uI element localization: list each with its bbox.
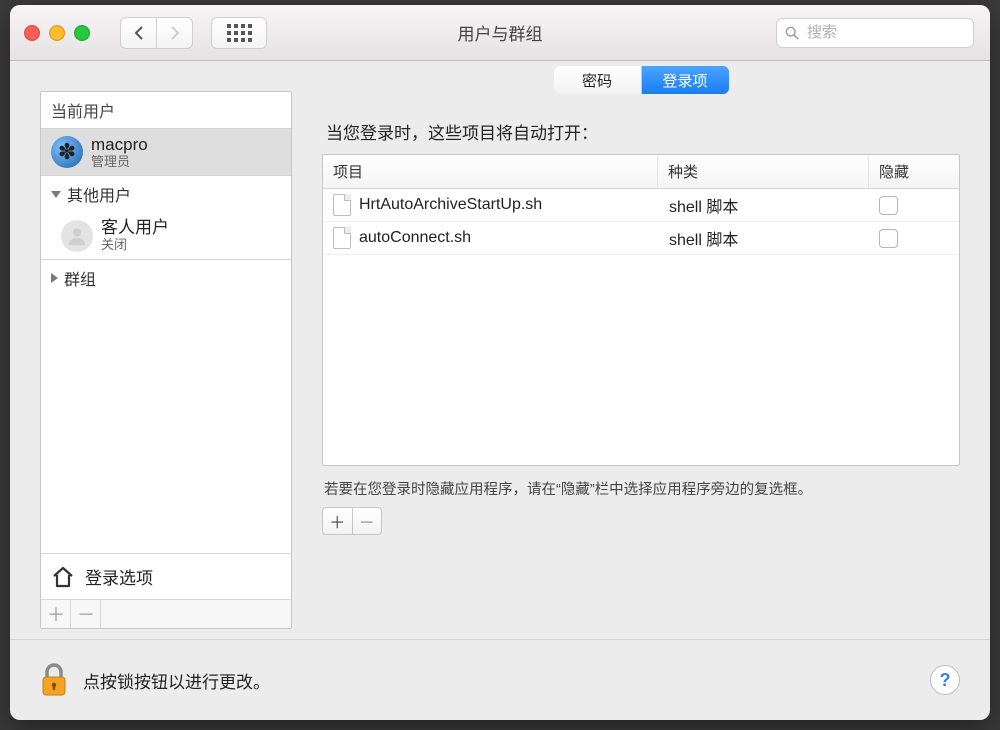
body: 当前用户 ✽ macpro 管理员 其他用户: [10, 61, 990, 720]
document-icon: [333, 194, 351, 216]
chevron-down-icon: [51, 191, 61, 198]
th-hide[interactable]: 隐藏: [869, 155, 959, 188]
current-user-name: macpro: [91, 135, 148, 155]
show-all-button[interactable]: [211, 17, 267, 49]
hide-checkbox[interactable]: [879, 229, 898, 248]
section-other-label: 其他用户: [67, 182, 131, 206]
current-user-role: 管理员: [91, 155, 148, 170]
item-add-remove: ＋ －: [322, 507, 382, 535]
section-groups-label: 群组: [64, 266, 96, 290]
lock-area[interactable]: 点按锁按钮以进行更改。: [40, 663, 270, 697]
sidebar-add-remove: ＋ －: [41, 599, 291, 628]
minimize-icon[interactable]: [49, 25, 65, 41]
hide-checkbox[interactable]: [879, 196, 898, 215]
close-icon[interactable]: [24, 25, 40, 41]
users-sidebar: 当前用户 ✽ macpro 管理员 其他用户: [40, 91, 292, 629]
back-button[interactable]: [120, 17, 157, 49]
login-options[interactable]: 登录选项: [41, 553, 291, 599]
chevron-right-icon: [51, 273, 58, 283]
hide-hint: 若要在您登录时隐藏应用程序，请在“隐藏”栏中选择应用程序旁边的复选框。: [324, 478, 960, 499]
window-controls: [24, 25, 90, 41]
forward-button[interactable]: [156, 17, 193, 49]
preferences-window: 用户与群组 当前用户 ✽ macpro 管理员: [10, 5, 990, 720]
guest-role: 关闭: [101, 238, 169, 253]
row-kind: shell 脚本: [669, 193, 738, 217]
table-row[interactable]: autoConnect.sh shell 脚本: [323, 222, 959, 255]
tab-segmented: 密码 登录项: [554, 66, 729, 94]
toolbar: 用户与群组: [10, 5, 990, 61]
nav-buttons: [120, 17, 193, 49]
guest-avatar-icon: [61, 220, 93, 252]
row-name: autoConnect.sh: [359, 229, 471, 247]
grid-icon: [227, 24, 252, 42]
lock-icon: [40, 663, 68, 697]
login-items-prompt: 当您登录时，这些项目将自动打开：: [326, 119, 960, 144]
tab-login-items[interactable]: 登录项: [642, 66, 729, 94]
tab-password[interactable]: 密码: [554, 66, 642, 94]
login-items-table: 项目 种类 隐藏 HrtAutoArchiveStartUp.sh shell 脚…: [322, 154, 960, 466]
section-current-user: 当前用户: [41, 92, 291, 129]
search-field[interactable]: [776, 18, 974, 48]
table-row[interactable]: HrtAutoArchiveStartUp.sh shell 脚本: [323, 189, 959, 222]
person-icon: [66, 225, 88, 247]
panels: 当前用户 ✽ macpro 管理员 其他用户: [40, 91, 960, 629]
section-groups[interactable]: 群组: [41, 260, 291, 296]
remove-item-button[interactable]: －: [353, 508, 382, 534]
help-button[interactable]: ?: [930, 665, 960, 695]
remove-user-button[interactable]: －: [71, 600, 101, 628]
table-header: 项目 种类 隐藏: [323, 155, 959, 189]
th-item[interactable]: 项目: [323, 155, 658, 188]
main-panel: 密码 登录项 当您登录时，这些项目将自动打开： 项目 种类 隐藏 HrtAuto…: [322, 91, 960, 629]
row-name: HrtAutoArchiveStartUp.sh: [359, 196, 542, 214]
table-body: HrtAutoArchiveStartUp.shshell 脚本autoConn…: [323, 189, 959, 465]
document-icon: [333, 227, 351, 249]
login-options-label: 登录选项: [85, 564, 153, 589]
sidebar-item-guest[interactable]: 客人用户 关闭: [41, 212, 291, 259]
avatar-icon: ✽: [51, 136, 83, 168]
add-user-button[interactable]: ＋: [41, 600, 71, 628]
th-kind[interactable]: 种类: [658, 155, 869, 188]
sidebar-item-current-user[interactable]: ✽ macpro 管理员: [41, 129, 291, 176]
house-icon: [51, 565, 75, 589]
add-item-button[interactable]: ＋: [323, 508, 353, 534]
guest-name: 客人用户: [101, 218, 169, 238]
search-icon: [785, 26, 799, 40]
lock-text: 点按锁按钮以进行更改。: [83, 668, 270, 693]
zoom-icon[interactable]: [74, 25, 90, 41]
row-kind: shell 脚本: [669, 226, 738, 250]
footer: 点按锁按钮以进行更改。 ?: [10, 639, 990, 720]
search-input[interactable]: [805, 23, 965, 42]
chevron-left-icon: [134, 26, 144, 40]
chevron-right-icon: [170, 26, 180, 40]
section-other-users[interactable]: 其他用户: [41, 176, 291, 212]
question-icon: ?: [940, 670, 951, 691]
